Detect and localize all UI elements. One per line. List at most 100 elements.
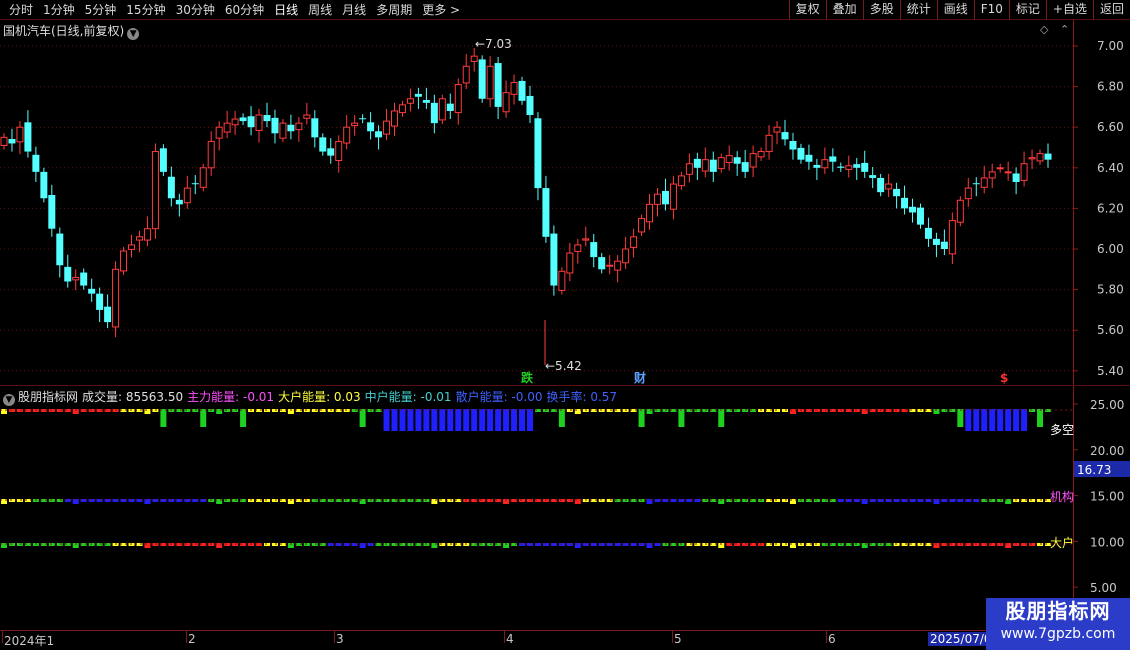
candle-body (956, 199, 964, 223)
candle-body (478, 59, 486, 99)
candle (661, 178, 669, 211)
tab-monthly[interactable]: 月线 (337, 2, 371, 18)
candle-body (16, 126, 24, 143)
candle (829, 148, 837, 172)
candle-body (916, 207, 924, 225)
overlay-button[interactable]: 叠加 (825, 0, 863, 20)
candle-body (159, 148, 167, 172)
candle-body (964, 187, 972, 200)
indicator-pane[interactable]: 25.00 20.00 15.00 10.00 5.00 16.73 多空 机构 大户 ▼ 股朋指… (0, 385, 1130, 631)
candle (741, 149, 749, 178)
tab-daily[interactable]: 日线 (269, 2, 303, 18)
tab-multi-period[interactable]: 多周期 (371, 2, 417, 18)
candle (319, 133, 327, 156)
candle (733, 151, 741, 176)
back-button[interactable]: 返回 (1092, 0, 1130, 20)
candle (757, 147, 765, 161)
energy-rows (0, 409, 1073, 548)
candle-body (924, 227, 932, 239)
candle-body (622, 248, 630, 264)
candle (789, 132, 797, 160)
chevron-down-icon[interactable]: ▼ (3, 394, 15, 406)
candle (343, 115, 351, 150)
candle (614, 255, 622, 283)
candle-body (885, 183, 893, 190)
candle (630, 228, 638, 258)
candle (48, 184, 56, 237)
candle-body (550, 233, 558, 286)
energy-bar (16, 543, 23, 546)
energy-bar (391, 409, 398, 431)
candle (438, 94, 446, 124)
indicator-tick-label: 15.00 (1090, 490, 1124, 504)
candle (120, 246, 128, 275)
candle (1028, 149, 1036, 170)
indicator-canvas[interactable]: 25.00 20.00 15.00 10.00 5.00 16.73 多空机构大户 (0, 386, 1130, 631)
energy-bar (718, 409, 725, 427)
energy-bar (479, 409, 486, 431)
candle (964, 177, 972, 207)
candle-body (151, 151, 159, 230)
side-label: 多空 (1050, 423, 1074, 437)
tab-30min[interactable]: 30分钟 (171, 2, 220, 18)
energy-bar (519, 499, 526, 502)
candle (215, 121, 223, 151)
tool-buttons: 复权 叠加 多股 统计 画线 F10 标记 +自选 返回 (788, 0, 1130, 20)
candle-body (717, 157, 725, 170)
f10-button[interactable]: F10 (973, 0, 1009, 20)
candle-body (367, 122, 375, 132)
candle (948, 212, 956, 265)
candle-body (247, 116, 255, 128)
candle-body (677, 175, 685, 187)
candle-body (940, 241, 948, 249)
energy-bar (487, 409, 494, 431)
candle-body (709, 159, 717, 172)
candle (175, 193, 183, 217)
mark-button[interactable]: 标记 (1008, 0, 1046, 20)
energy-bar (981, 409, 988, 431)
candle (972, 177, 980, 197)
candle (112, 261, 120, 338)
chevron-down-icon[interactable]: ▼ (127, 28, 140, 40)
candle (510, 74, 518, 105)
tab-weekly[interactable]: 周线 (303, 2, 337, 18)
energy-bar (519, 409, 526, 431)
draw-line-button[interactable]: 画线 (936, 0, 974, 20)
candle-body (685, 163, 693, 175)
energy-bar (415, 409, 422, 431)
energy-bar (526, 409, 533, 431)
candlestick-canvas[interactable]: 7.00 6.80 6.60 6.40 6.20 6.00 5.80 5.60 5.40 ←7.0… (0, 20, 1130, 385)
candle (1012, 167, 1020, 195)
diamond-icon[interactable]: ◇ (1040, 23, 1048, 36)
date-tick (2, 631, 3, 643)
price-tick-label: 6.40 (1097, 161, 1124, 175)
statistics-button[interactable]: 统计 (899, 0, 937, 20)
event-tag-label: 跌 (521, 370, 534, 385)
tab-15min[interactable]: 15分钟 (121, 2, 170, 18)
tab-intraday[interactable]: 分时 (4, 2, 38, 18)
tab-1min[interactable]: 1分钟 (38, 2, 80, 18)
candle (414, 87, 422, 109)
candle-body (96, 293, 104, 310)
multi-stock-button[interactable]: 多股 (862, 0, 900, 20)
tab-5min[interactable]: 5分钟 (80, 2, 122, 18)
side-label: 机构 (1050, 489, 1074, 504)
energy-bar (957, 409, 964, 427)
tab-60min[interactable]: 60分钟 (220, 2, 269, 18)
candle (685, 153, 693, 183)
candle-body (582, 238, 590, 241)
candle (191, 175, 199, 195)
energy-bar (455, 409, 462, 431)
tab-more[interactable]: 更多 > (417, 2, 465, 18)
adjust-button[interactable]: 复权 (788, 0, 826, 20)
candle (909, 198, 917, 223)
energy-row (0, 543, 1073, 548)
candle (327, 138, 335, 164)
candle-body (56, 233, 64, 266)
chevron-up-icon[interactable]: ⌃ (1060, 23, 1069, 36)
candle-body (813, 164, 821, 168)
date-tick (186, 631, 187, 643)
candle (0, 133, 8, 150)
add-watchlist-button[interactable]: +自选 (1045, 0, 1093, 20)
candlestick-chart[interactable]: 7.00 6.80 6.60 6.40 6.20 6.00 5.80 5.60 5.40 ←7.0… (0, 20, 1130, 385)
